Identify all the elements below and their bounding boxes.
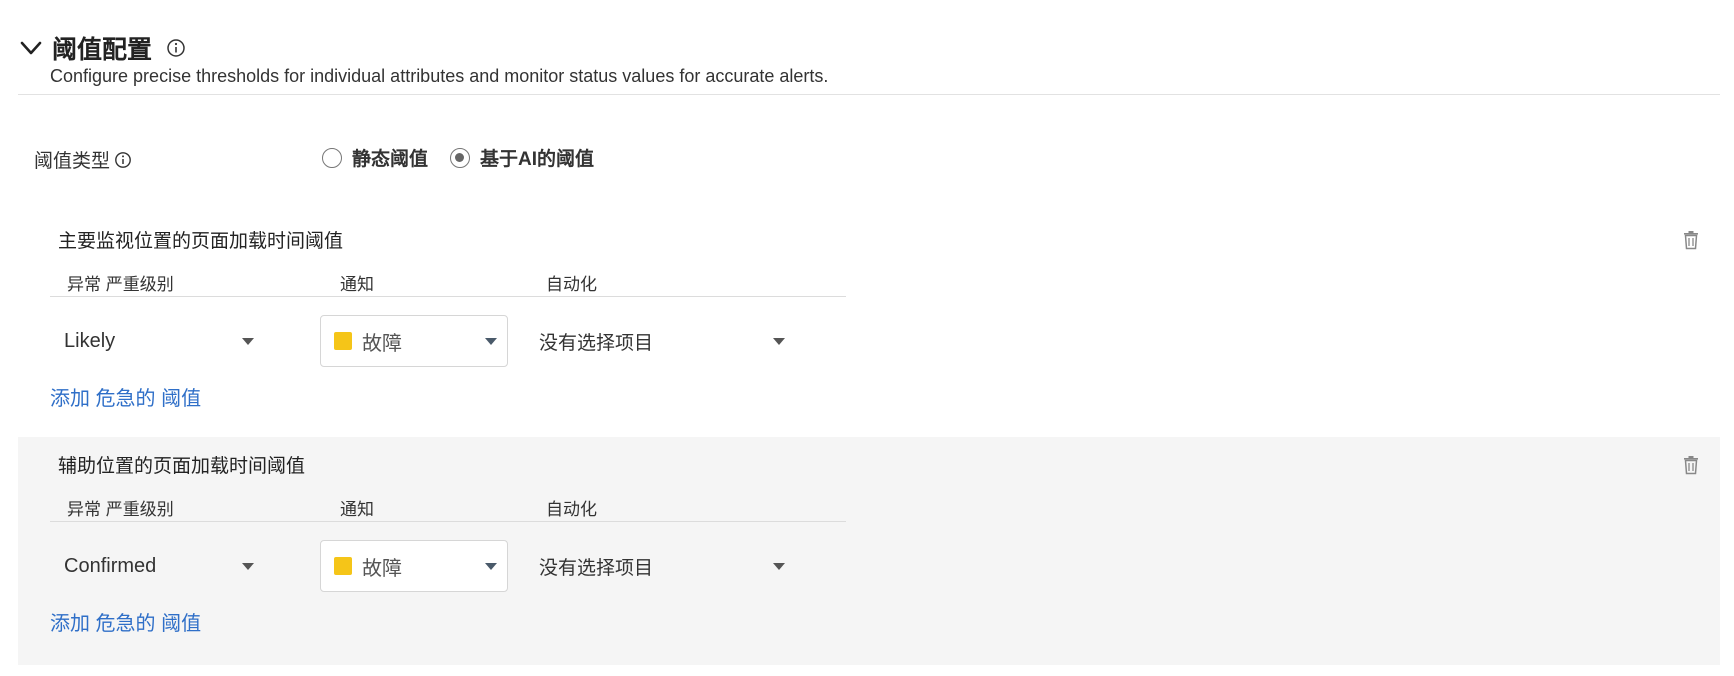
column-header-notification: 通知: [340, 500, 374, 519]
caret-down-icon: [773, 563, 785, 570]
status-color-swatch: [334, 332, 352, 350]
column-header-automation: 自动化: [546, 500, 597, 519]
notification-value: 故障: [362, 557, 402, 580]
column-divider: [50, 521, 846, 522]
card-title: 主要监视位置的页面加载时间阈值: [58, 231, 344, 252]
caret-down-icon: [485, 338, 497, 345]
notification-select[interactable]: 故障: [320, 315, 508, 367]
radio-static-threshold[interactable]: 静态阈值: [322, 144, 428, 171]
divider: [18, 94, 1720, 95]
section-header: 阈值配置: [18, 30, 186, 66]
automation-select[interactable]: 没有选择项目: [539, 316, 785, 366]
add-critical-threshold-link[interactable]: 添加 危急的 阈值: [50, 382, 201, 411]
threshold-type-radio-group: 静态阈值 基于AI的阈值: [322, 144, 616, 171]
severity-select[interactable]: Confirmed: [64, 541, 254, 591]
severity-select[interactable]: Likely: [64, 316, 254, 366]
column-header-automation: 自动化: [546, 275, 597, 294]
notification-select[interactable]: 故障: [320, 540, 508, 592]
severity-value: Likely: [64, 329, 116, 352]
section-description: Configure precise thresholds for individ…: [50, 66, 829, 86]
radio-label: 基于AI的阈值: [480, 149, 595, 170]
automation-value: 没有选择项目: [539, 332, 654, 354]
threshold-type-label: 阈值类型: [34, 151, 111, 172]
threshold-card-secondary: 辅助位置的页面加载时间阈值 异常 严重级别 通知 自动化 Confirmed 故…: [18, 437, 1720, 665]
trash-icon[interactable]: [1682, 230, 1700, 250]
info-icon[interactable]: [166, 38, 186, 58]
radio-circle[interactable]: [322, 147, 342, 168]
radio-label: 静态阈值: [352, 149, 429, 170]
radio-ai-threshold[interactable]: 基于AI的阈值: [450, 144, 594, 171]
severity-value: Confirmed: [64, 554, 157, 577]
radio-circle-checked[interactable]: [450, 147, 471, 168]
column-divider: [50, 296, 846, 297]
column-header-severity: 异常 严重级别: [67, 500, 174, 519]
column-header-severity: 异常 严重级别: [67, 275, 174, 294]
status-color-swatch: [334, 557, 352, 575]
caret-down-icon: [242, 338, 254, 345]
chevron-down-icon[interactable]: [18, 35, 44, 61]
add-critical-threshold-link[interactable]: 添加 危急的 阈值: [50, 607, 201, 636]
info-icon[interactable]: [114, 151, 132, 169]
notification-value: 故障: [362, 332, 402, 355]
column-header-notification: 通知: [340, 275, 374, 294]
threshold-card-primary: 主要监视位置的页面加载时间阈值 异常 严重级别 通知 自动化 Likely 故障…: [18, 212, 1720, 434]
card-title: 辅助位置的页面加载时间阈值: [58, 456, 306, 477]
caret-down-icon: [485, 563, 497, 570]
automation-value: 没有选择项目: [539, 557, 654, 579]
automation-select[interactable]: 没有选择项目: [539, 541, 785, 591]
section-title: 阈值配置: [52, 36, 153, 64]
threshold-type-label-group: 阈值类型: [34, 146, 132, 173]
trash-icon[interactable]: [1682, 455, 1700, 475]
caret-down-icon: [242, 563, 254, 570]
caret-down-icon: [773, 338, 785, 345]
